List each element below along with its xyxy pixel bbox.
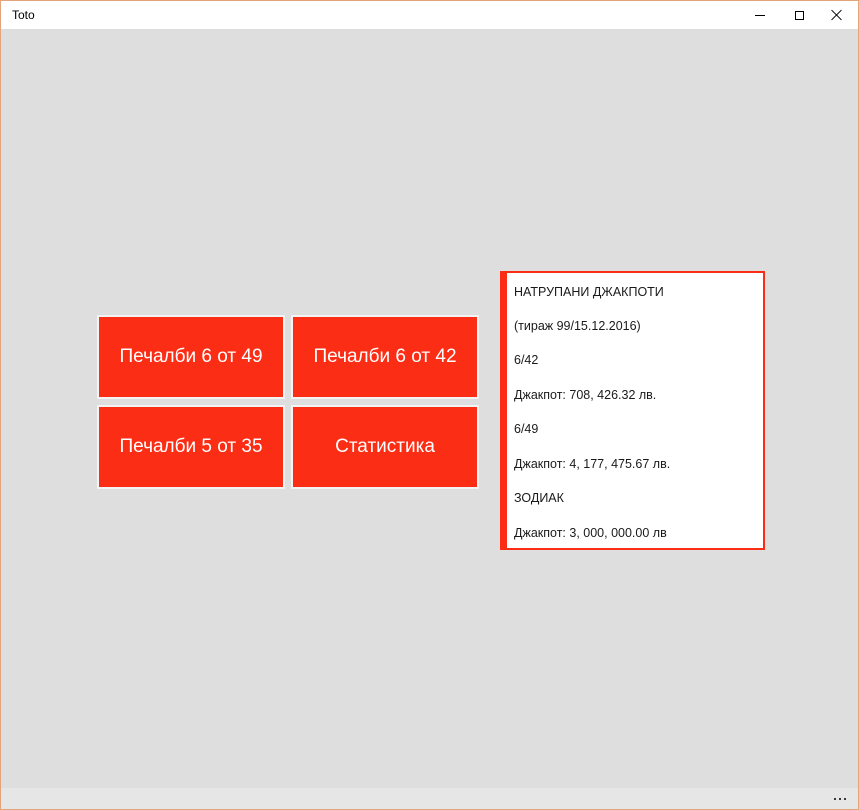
winnings-5-of-35-button[interactable]: Печалби 5 от 35 [97, 405, 285, 489]
app-bar [1, 788, 858, 809]
jackpots-panel: НАТРУПАНИ ДЖАКПОТИ (тираж 99/15.12.2016)… [500, 271, 765, 550]
game-6-42-jackpot: Джакпот: 708, 426.32 лв. [514, 388, 657, 402]
close-icon [831, 9, 843, 21]
game-6-49-name: 6/49 [514, 422, 539, 436]
window-title: Toto [12, 8, 35, 22]
game-zodiac-jackpot: Джакпот: 3, 000, 000.00 лв [514, 526, 667, 540]
app-window: Toto Печалби 6 от 49 Печалби 6 от 42 Печ… [0, 0, 859, 810]
statistics-button[interactable]: Статистика [291, 405, 479, 489]
winnings-6-of-42-button[interactable]: Печалби 6 от 42 [291, 315, 479, 399]
more-icon [834, 797, 836, 800]
jackpots-heading: НАТРУПАНИ ДЖАКПОТИ [514, 285, 664, 299]
game-6-42-name: 6/42 [514, 353, 539, 367]
title-bar: Toto [1, 1, 858, 29]
game-zodiac-name: ЗОДИАК [514, 491, 564, 505]
close-button[interactable] [814, 1, 859, 29]
minimize-icon [755, 14, 765, 16]
game-6-49-jackpot: Джакпот: 4, 177, 475.67 лв. [514, 457, 671, 471]
winnings-6-of-49-button[interactable]: Печалби 6 от 49 [97, 315, 285, 399]
more-button[interactable] [834, 788, 846, 809]
maximize-icon [794, 10, 804, 20]
draw-info: (тираж 99/15.12.2016) [514, 319, 641, 333]
